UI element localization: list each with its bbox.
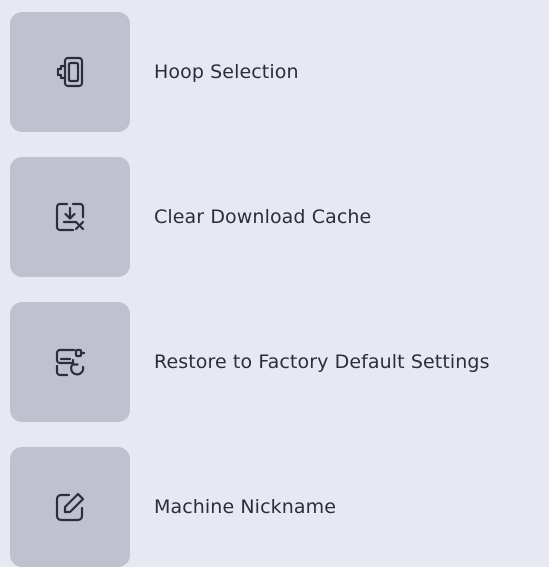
settings-menu: Hoop Selection Clear Download Cache Rest… — [0, 0, 549, 567]
clear-download-cache-icon — [55, 202, 85, 232]
menu-item-clear-download-cache[interactable]: Clear Download Cache — [10, 157, 540, 277]
clear-download-cache-label: Clear Download Cache — [154, 206, 372, 228]
hoop-selection-tile[interactable] — [10, 12, 130, 132]
menu-item-machine-nickname[interactable]: Machine Nickname — [10, 447, 540, 567]
restore-factory-defaults-tile[interactable] — [10, 302, 130, 422]
restore-factory-icon — [55, 348, 86, 377]
machine-nickname-tile[interactable] — [10, 447, 130, 567]
edit-pencil-icon — [55, 492, 85, 522]
clear-download-cache-tile[interactable] — [10, 157, 130, 277]
hoop-selection-label: Hoop Selection — [154, 61, 299, 83]
hoop-icon — [56, 56, 84, 88]
menu-item-hoop-selection[interactable]: Hoop Selection — [10, 12, 540, 132]
machine-nickname-label: Machine Nickname — [154, 496, 336, 518]
restore-factory-defaults-label: Restore to Factory Default Settings — [154, 351, 490, 373]
menu-item-restore-factory-defaults[interactable]: Restore to Factory Default Settings — [10, 302, 540, 422]
